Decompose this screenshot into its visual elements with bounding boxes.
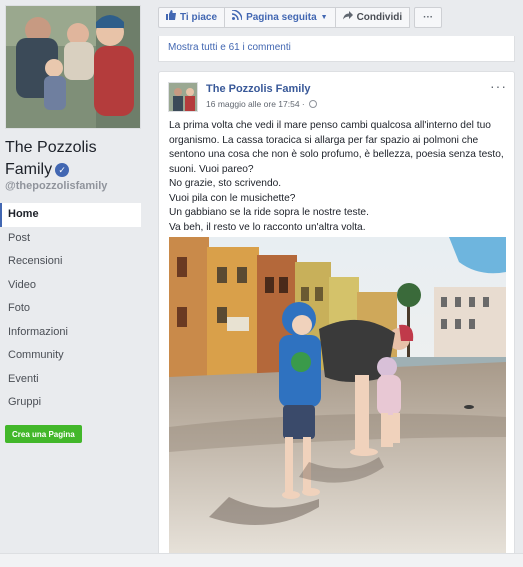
chevron-down-icon: ▼ (320, 14, 328, 21)
globe-icon (309, 100, 318, 108)
share-button[interactable]: Condividi (334, 7, 411, 28)
thumbs-up-icon (166, 8, 176, 27)
nav-item-eventi[interactable]: Eventi (0, 368, 141, 392)
post-timestamp: 16 maggio alle ore 17:54 · (206, 99, 318, 109)
create-page-button[interactable]: Crea una Pagina (5, 425, 82, 443)
page-title: The Pozzolis Family ✓ (5, 137, 145, 181)
rss-icon (231, 8, 243, 27)
post-card: The Pozzolis Family 16 maggio alle ore 1… (158, 71, 515, 567)
nav-item-informazioni[interactable]: Informazioni (0, 321, 141, 345)
like-page-label: Ti piace (180, 12, 218, 23)
post-body: La prima volta che vedi il mare penso ca… (169, 119, 511, 235)
nav-item-gruppi[interactable]: Gruppi (0, 391, 141, 415)
post-paragraph: Vuoi pila con le musichette? (169, 192, 296, 204)
follow-page-button[interactable]: Pagina seguita ▼ (224, 7, 336, 28)
nav-item-foto[interactable]: Foto (0, 297, 141, 321)
post-author-name[interactable]: The Pozzolis Family (206, 83, 311, 95)
post-paragraph: Va beh, il resto ve lo racconto un'altra… (169, 221, 366, 233)
avatar-photo-icon (169, 83, 197, 111)
post-paragraph: La prima volta che vedi il mare penso ca… (169, 120, 504, 175)
page-nav: Home Post Recensioni Video Foto Informaz… (0, 203, 141, 415)
post-paragraph: Un gabbiano se la ride sopra le nostre t… (169, 207, 369, 218)
post-paragraph: No grazie, sto scrivendo. (169, 178, 282, 189)
like-page-button[interactable]: Ti piace (158, 7, 226, 28)
verified-check-icon: ✓ (55, 163, 70, 177)
nav-item-recensioni[interactable]: Recensioni (0, 250, 141, 274)
share-label: Condividi (356, 12, 403, 23)
profile-photo-icon (6, 6, 140, 128)
page-action-bar: Ti piace Pagina seguita ▼ Condividi ··· (158, 7, 443, 28)
left-sidebar: The Pozzolis Family ✓ @thepozzolisfamily … (0, 0, 149, 567)
profile-picture[interactable] (5, 5, 141, 129)
post-options-button[interactable]: ··· (490, 78, 507, 94)
nav-item-post[interactable]: Post (0, 227, 141, 251)
follow-page-label: Pagina seguita (246, 12, 317, 23)
nav-item-home[interactable]: Home (0, 203, 141, 227)
more-options-button[interactable]: ··· (414, 7, 443, 28)
post-author-avatar[interactable] (168, 82, 198, 112)
nav-item-community[interactable]: Community (0, 344, 141, 368)
page-title-text: The Pozzolis Family (5, 139, 97, 178)
post-date[interactable]: 16 maggio alle ore 17:54 · (206, 99, 307, 109)
post-photo[interactable] (169, 237, 506, 562)
nav-item-video[interactable]: Video (0, 274, 141, 298)
bottom-bar (0, 553, 523, 567)
facebook-page: The Pozzolis Family ✓ @thepozzolisfamily … (0, 0, 523, 567)
previous-post-footer: Mostra tutti e 61 i commenti (158, 36, 515, 62)
show-all-comments-link[interactable]: Mostra tutti e 61 i commenti (168, 42, 291, 53)
page-handle: @thepozzolisfamily (5, 180, 108, 192)
beach-photo-icon (169, 237, 506, 562)
share-arrow-icon (342, 8, 353, 27)
